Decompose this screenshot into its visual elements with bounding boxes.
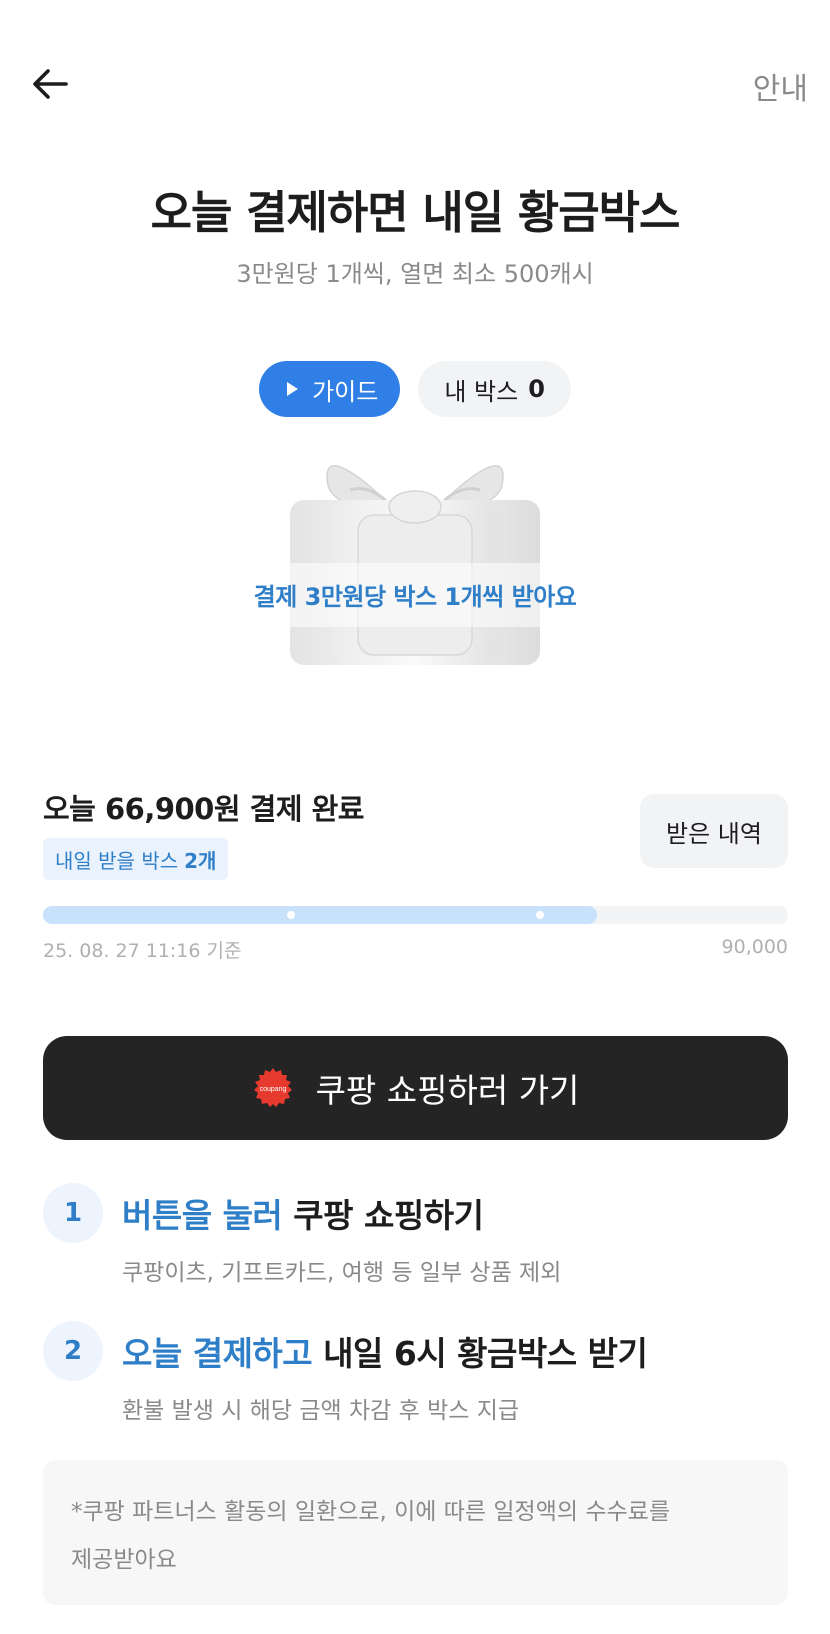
tomorrow-box-badge: 내일 받을 박스 2개 [43,838,229,880]
page-subtitle: 3만원당 1개씩, 열면 최소 500캐시 [236,260,594,288]
info-link[interactable]: 안내 [753,64,808,108]
tomorrow-box-label: 내일 받을 박스 [55,848,179,873]
step-description: 환불 발생 시 해당 금액 차감 후 박스 지급 [122,1398,520,1424]
notice-line-1: *쿠팡 파트너스 활동의 일환으로, 이에 따른 일정액의 수수료를 [71,1499,670,1525]
progress-fill [43,906,597,924]
guide-button-label: 가이드 [312,377,379,406]
guide-button[interactable]: 가이드 [259,361,401,417]
step-title-rest: 쿠팡 쇼핑하기 [293,1196,484,1235]
progress-date: 25. 08. 27 11:16 기준 [43,940,242,962]
gift-box-icon [290,465,540,665]
go-shopping-label: 쿠팡 쇼핑하러 가기 [315,1071,580,1110]
progress-milestone-dot [535,911,544,919]
tomorrow-box-count: 2개 [184,848,217,873]
play-icon [287,382,299,396]
notice-line-2: 제공받아요 [71,1547,177,1573]
payment-progress-bar [43,906,788,924]
my-box-button[interactable]: 내 박스 0 [418,361,571,417]
step-number: 1 [43,1183,103,1243]
back-button[interactable] [28,60,76,108]
paid-amount-text: 오늘 66,900원 결제 완료 [43,792,364,826]
partners-notice: *쿠팡 파트너스 활동의 일환으로, 이에 따른 일정액의 수수료를 제공받아요 [43,1460,788,1605]
step-title-highlight: 오늘 결제하고 [122,1334,313,1373]
gift-box-image [280,455,550,685]
my-box-label: 내 박스 [444,377,519,406]
gift-caption: 결제 3만원당 박스 1개씩 받아요 [253,583,577,611]
received-history-button[interactable]: 받은 내역 [640,794,788,868]
coupang-logo-icon: coupang [253,1068,292,1107]
coupang-logo-text: coupang [259,1086,286,1093]
step-title-rest: 내일 6시 황금박스 받기 [323,1334,648,1373]
step-title-highlight: 버튼을 눌러 [122,1196,283,1235]
arrow-left-icon [33,69,68,99]
step-number: 2 [43,1321,103,1381]
step-title: 버튼을 눌러 쿠팡 쇼핑하기 [122,1189,484,1237]
page-title: 오늘 결제하면 내일 황금박스 [150,186,681,239]
progress-max: 90,000 [721,936,788,958]
my-box-count: 0 [528,375,545,403]
pill-row: 가이드 내 박스 0 [0,361,830,417]
step-title: 오늘 결제하고 내일 6시 황금박스 받기 [122,1327,648,1375]
go-shopping-button[interactable]: coupang 쿠팡 쇼핑하러 가기 [43,1036,788,1140]
top-bar: 안내 [0,0,830,170]
step-description: 쿠팡이츠, 기프트카드, 여행 등 일부 상품 제외 [122,1260,562,1286]
